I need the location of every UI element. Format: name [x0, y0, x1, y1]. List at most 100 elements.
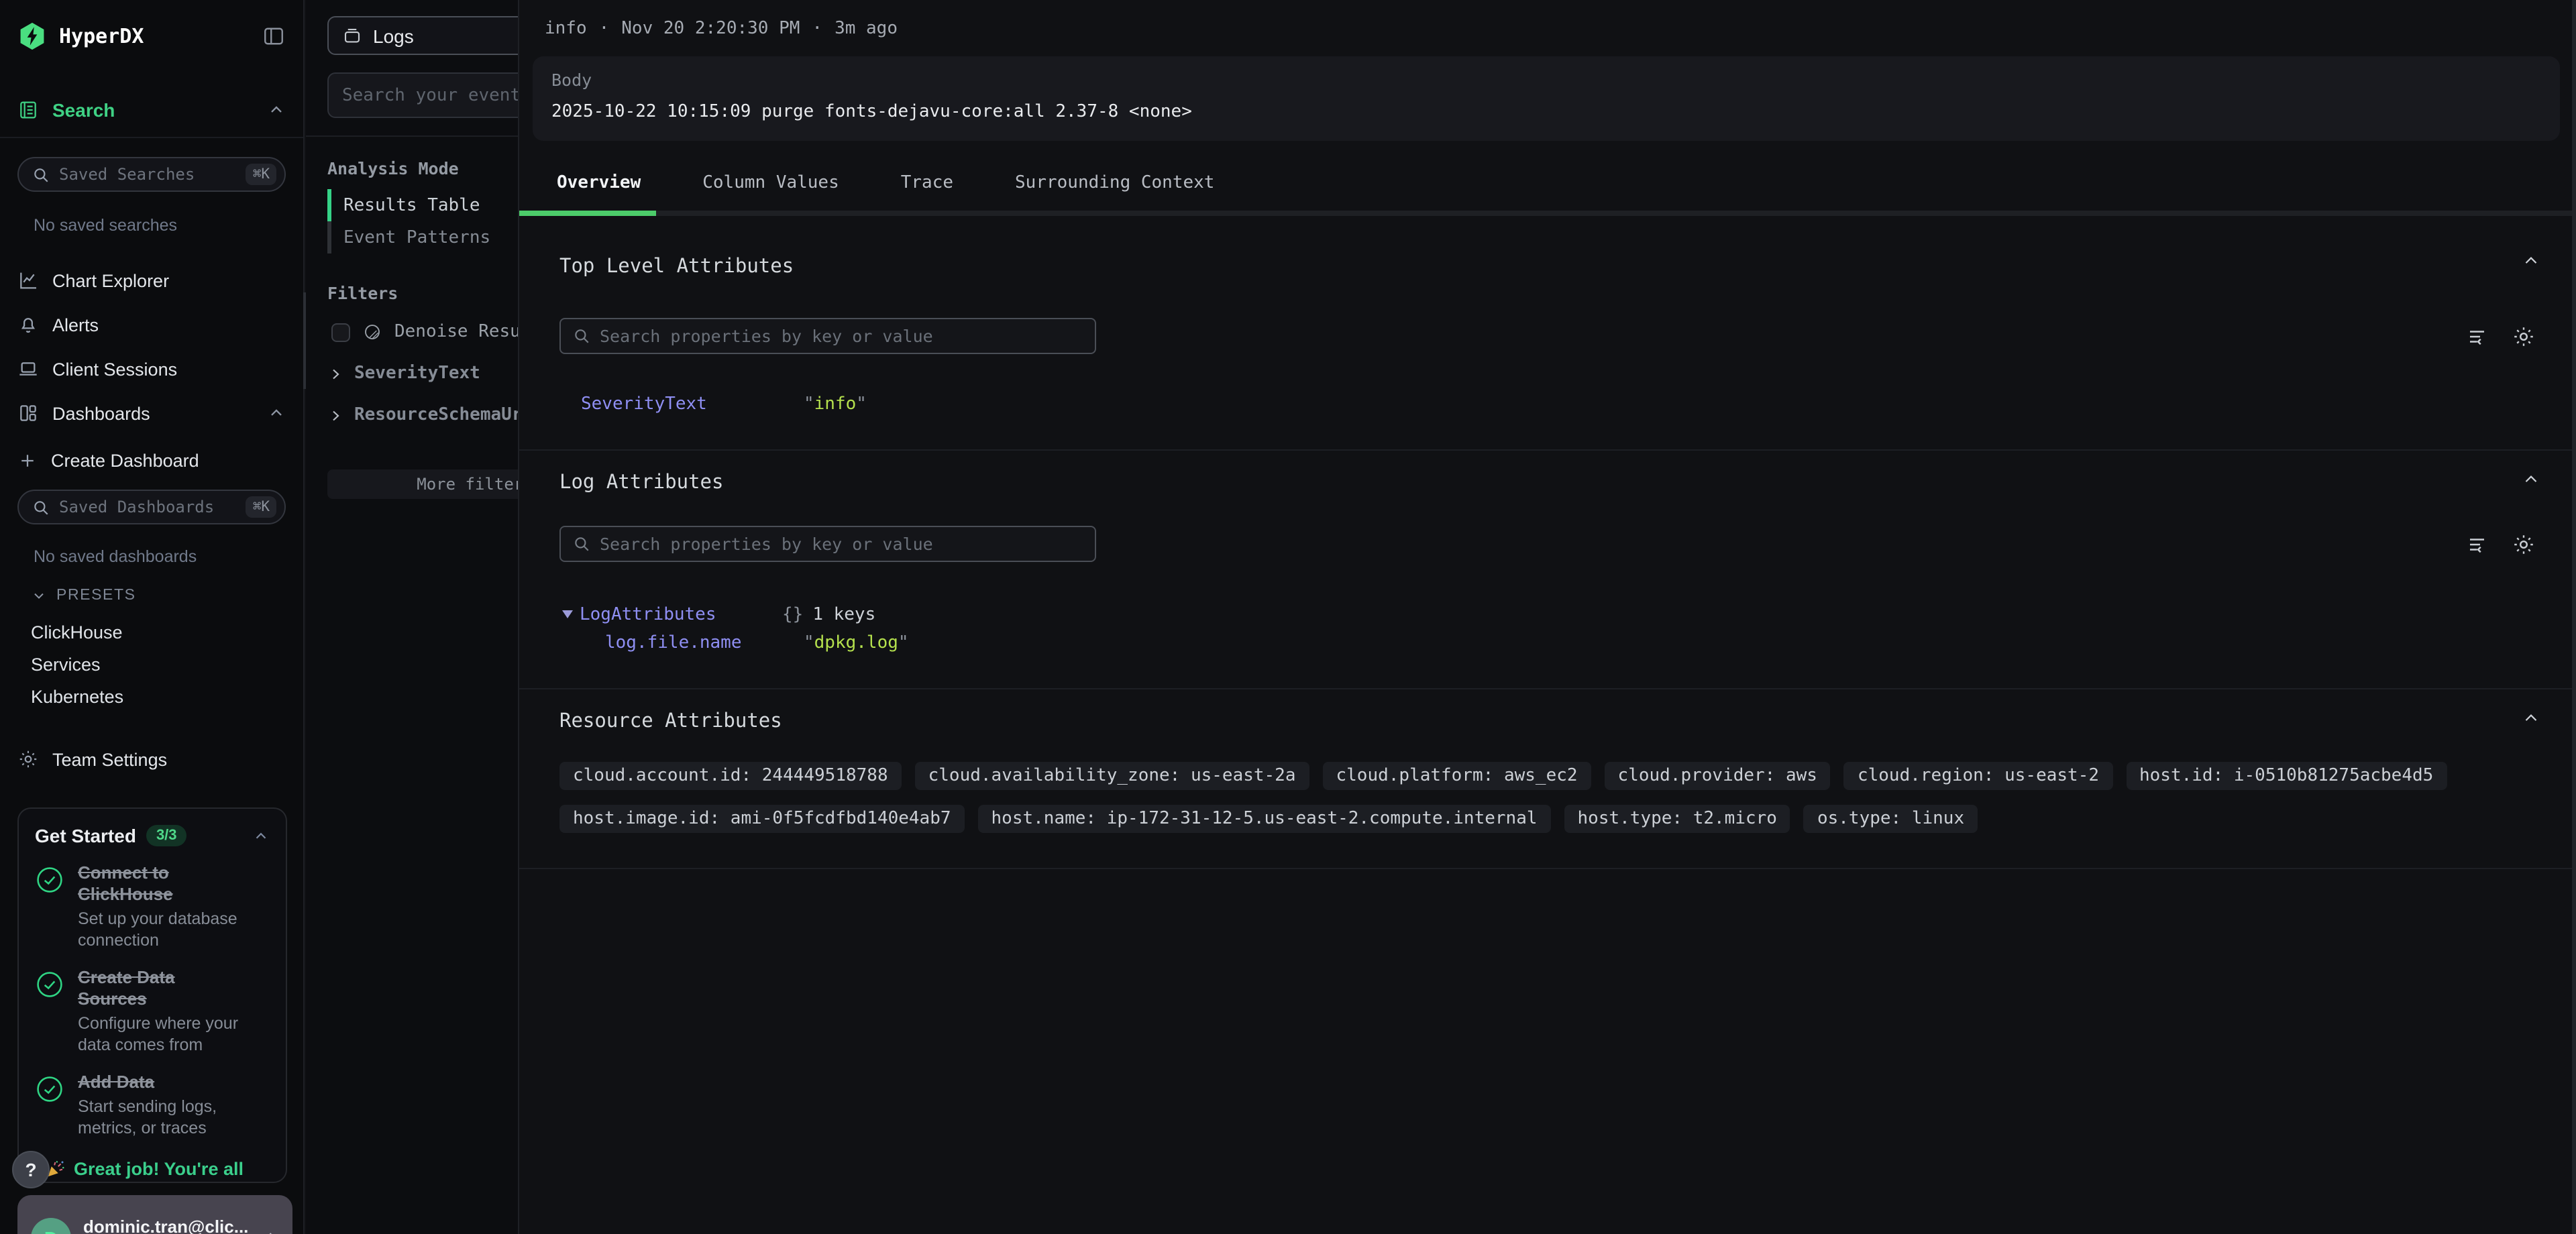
- property-value[interactable]: "info": [804, 394, 867, 414]
- checklist-item[interactable]: Connect to ClickHouse Set up your databa…: [35, 862, 270, 951]
- user-lines: dominic.tran@clic... dominic.tran@clickh…: [83, 1217, 251, 1234]
- sidebar-item-label: Search: [52, 99, 254, 121]
- search-icon: [32, 166, 50, 183]
- saved-dashboards-field[interactable]: [59, 498, 237, 516]
- property-search-box[interactable]: [559, 318, 1096, 354]
- checklist-item-desc: Configure where your data comes from: [78, 1013, 247, 1056]
- brand-title: HyperDX: [59, 24, 262, 48]
- section-title: Resource Attributes: [559, 711, 2536, 732]
- preset-item-services[interactable]: Services: [31, 649, 286, 681]
- attribute-chip[interactable]: cloud.platform: aws_ec2: [1323, 762, 1591, 790]
- chevron-up-icon[interactable]: [267, 101, 286, 119]
- attribute-chip[interactable]: cloud.provider: aws: [1605, 762, 1831, 790]
- presets-toggle[interactable]: PRESETS: [31, 587, 286, 604]
- help-button[interactable]: ?: [12, 1151, 50, 1188]
- property-search-input[interactable]: [600, 326, 1083, 346]
- gear-icon[interactable]: [2512, 532, 2536, 556]
- event-search-box[interactable]: [327, 72, 518, 118]
- avatar: D: [31, 1218, 71, 1234]
- property-key[interactable]: SeverityText: [581, 394, 804, 414]
- saved-dashboards-input[interactable]: ⌘K: [17, 490, 286, 524]
- sidebar-item-dashboards[interactable]: Dashboards: [17, 397, 286, 429]
- chevron-up-icon[interactable]: [267, 404, 286, 423]
- checklist-text: Add Data Start sending logs, metrics, or…: [78, 1072, 247, 1139]
- section-resource-attributes: Resource Attributes cloud.account.id: 24…: [519, 689, 2576, 869]
- more-filters-button[interactable]: More filters: [327, 469, 518, 499]
- attribute-chip[interactable]: cloud.availability_zone: us-east-2a: [915, 762, 1309, 790]
- mode-results-table[interactable]: Results Table: [327, 189, 518, 221]
- tab-column-values[interactable]: Column Values: [702, 170, 839, 216]
- body-card: Body 2025-10-22 10:15:09 purge fonts-dej…: [533, 56, 2560, 141]
- tree-root-key[interactable]: LogAttributes: [580, 605, 782, 625]
- hyperdx-app: HyperDX Search ⌘K No saved searches: [0, 0, 2576, 1234]
- scrollbar[interactable]: [2572, 0, 2576, 1234]
- tab-overview[interactable]: Overview: [557, 170, 641, 216]
- collapse-section-icon[interactable]: [2521, 251, 2541, 278]
- collapse-section-icon[interactable]: [2521, 469, 2541, 496]
- tab-surrounding-context[interactable]: Surrounding Context: [1015, 170, 1214, 216]
- attribute-chip[interactable]: cloud.account.id: 244449518788: [559, 762, 902, 790]
- attribute-chip[interactable]: host.image.id: ami-0f5fcdfbd140e4ab7: [559, 805, 965, 833]
- preset-item-clickhouse[interactable]: ClickHouse: [31, 617, 286, 649]
- create-dashboard-button[interactable]: Create Dashboard: [17, 451, 286, 471]
- attribute-chip[interactable]: os.type: linux: [1804, 805, 1978, 833]
- sidebar-collapse-icon[interactable]: [262, 24, 286, 48]
- checklist-item[interactable]: Add Data Start sending logs, metrics, or…: [35, 1072, 270, 1139]
- braces-glyph: {}: [782, 605, 803, 625]
- attribute-chip[interactable]: host.name: ip-172-31-12-5.us-east-2.comp…: [978, 805, 1551, 833]
- property-row: SeverityText "info": [559, 394, 2536, 414]
- attribute-chip[interactable]: cloud.region: us-east-2: [1844, 762, 2112, 790]
- quote-mark: ": [804, 394, 814, 414]
- denoise-checkbox[interactable]: [331, 323, 350, 341]
- property-search-box[interactable]: [559, 526, 1096, 562]
- analysis-mode-label: Analysis Mode: [327, 158, 518, 178]
- chevron-up-icon[interactable]: [252, 827, 270, 844]
- section-log-attributes: Log Attributes: [519, 451, 2576, 689]
- section-title: Top Level Attributes: [559, 256, 2536, 278]
- property-value[interactable]: "dpkg.log": [804, 633, 909, 653]
- attribute-chip[interactable]: host.type: t2.micro: [1564, 805, 1790, 833]
- source-selector[interactable]: Logs: [327, 16, 518, 55]
- separator-dot: ·: [599, 19, 610, 39]
- gear-icon: [17, 748, 39, 770]
- saved-searches-input[interactable]: ⌘K: [17, 157, 286, 192]
- sidebar-item-client-sessions[interactable]: Client Sessions: [17, 353, 286, 385]
- collapse-section-icon[interactable]: [2521, 708, 2541, 735]
- tree-collapse-caret-icon[interactable]: [562, 610, 573, 618]
- filter-group-resourceschemaurl[interactable]: ResourceSchemaUrl: [327, 405, 518, 425]
- get-started-header[interactable]: Get Started 3/3: [35, 825, 270, 846]
- attribute-chip[interactable]: host.id: i-0510b81275acbe4d5: [2126, 762, 2447, 790]
- section-top-level-attributes: Top Level Attributes: [519, 216, 2576, 451]
- preset-item-kubernetes[interactable]: Kubernetes: [31, 681, 286, 714]
- filter-group-severitytext[interactable]: SeverityText: [327, 363, 518, 384]
- tab-trace[interactable]: Trace: [901, 170, 953, 216]
- sidebar-scrollbar[interactable]: [303, 292, 306, 389]
- checklist-text: Create Data Sources Configure where your…: [78, 967, 247, 1056]
- sidebar-item-team-settings[interactable]: Team Settings: [17, 748, 286, 770]
- sidebar-item-chart-explorer[interactable]: Chart Explorer: [17, 264, 286, 296]
- saved-searches-field[interactable]: [59, 165, 237, 184]
- event-detail-panel: info · Nov 20 2:20:30 PM · 3m ago Body 2…: [518, 0, 2576, 1234]
- wrap-lines-icon[interactable]: [2466, 324, 2490, 348]
- mode-event-patterns[interactable]: Event Patterns: [327, 221, 518, 254]
- sidebar-item-label: Chart Explorer: [52, 270, 286, 290]
- laptop-icon: [17, 358, 39, 380]
- property-key[interactable]: log.file.name: [605, 633, 804, 653]
- denoise-label[interactable]: Denoise Results: [394, 322, 518, 342]
- sidebar-item-alerts[interactable]: Alerts: [17, 308, 286, 341]
- wrap-lines-icon[interactable]: [2466, 532, 2490, 556]
- checklist-item[interactable]: Create Data Sources Configure where your…: [35, 967, 270, 1056]
- property-search-input[interactable]: [600, 534, 1083, 554]
- sidebar-item-search[interactable]: Search: [17, 99, 286, 121]
- gear-icon[interactable]: [2512, 324, 2536, 348]
- denoise-row: Denoise Results: [331, 322, 518, 342]
- user-account-card[interactable]: D dominic.tran@clic... dominic.tran@clic…: [17, 1195, 292, 1234]
- sidebar: HyperDX Search ⌘K No saved searches: [0, 0, 305, 1234]
- congrats-text: Great job! You're all: [74, 1159, 244, 1179]
- filter-group-label: SeverityText: [354, 363, 480, 384]
- presets-label: PRESETS: [56, 587, 136, 604]
- property-search-row: [559, 318, 2536, 354]
- search-icon: [573, 327, 590, 345]
- event-search-input[interactable]: [342, 85, 518, 105]
- checklist-item-desc: Set up your database connection: [78, 908, 247, 951]
